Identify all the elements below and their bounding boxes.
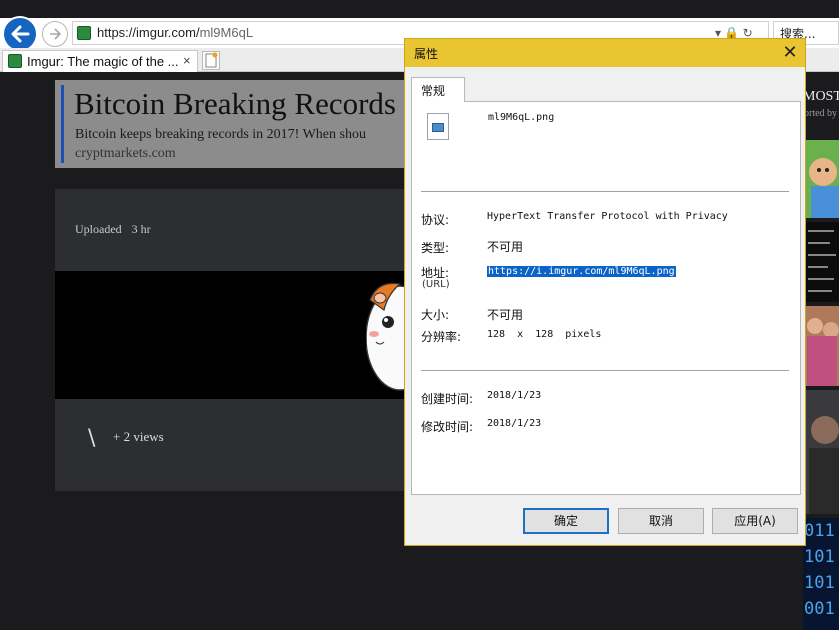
tab-close-icon[interactable]: × bbox=[183, 53, 191, 68]
close-icon[interactable]: ✕ bbox=[777, 41, 803, 65]
type-value: 不可用 bbox=[487, 240, 524, 254]
new-page-icon bbox=[205, 52, 218, 68]
binary-line: 001 bbox=[804, 599, 835, 619]
sidebar-thumbnail-binary[interactable]: 011 101 101 001 bbox=[803, 518, 839, 630]
imgur-favicon-icon bbox=[8, 54, 22, 68]
binary-line: 101 bbox=[804, 547, 835, 567]
tab-title: Imgur: The magic of the ... bbox=[27, 54, 179, 69]
forward-button[interactable] bbox=[42, 21, 68, 47]
headline-domain: cryptmarkets.com bbox=[75, 146, 176, 161]
tab-general-label: 常规 bbox=[421, 84, 446, 98]
back-button[interactable] bbox=[2, 16, 38, 52]
sidebar-thumbnail[interactable] bbox=[805, 306, 839, 386]
url-text: https://imgur.com/ml9M6qL bbox=[97, 25, 253, 40]
imgur-favicon-icon bbox=[77, 26, 91, 40]
binary-line: 101 bbox=[804, 573, 835, 593]
size-label: 大小: bbox=[421, 308, 450, 322]
image-file-icon bbox=[427, 113, 449, 140]
address-sub-label: (URL) bbox=[422, 279, 450, 290]
apply-button[interactable]: 应用(A) bbox=[712, 508, 798, 534]
headline-description: Bitcoin keeps breaking records in 2017! … bbox=[75, 127, 366, 142]
uploaded-label: Uploaded bbox=[75, 222, 122, 236]
resolution-label: 分辨率: bbox=[421, 330, 462, 344]
sidebar-thumbnail[interactable] bbox=[805, 222, 839, 302]
arrow-right-icon bbox=[50, 28, 61, 40]
sidebar-thumbnail[interactable] bbox=[805, 390, 839, 514]
separator bbox=[421, 370, 789, 371]
cancel-button[interactable]: 取消 bbox=[618, 508, 704, 534]
size-value: 不可用 bbox=[487, 308, 524, 322]
file-name: ml9M6qL.png bbox=[488, 112, 555, 123]
sidebar-thumbnail[interactable] bbox=[805, 140, 839, 218]
uploaded-age: 3 hr bbox=[131, 222, 151, 236]
view-count: + 2 views bbox=[113, 429, 164, 444]
favorite-icon[interactable]: \ bbox=[88, 426, 95, 451]
general-panel bbox=[411, 101, 801, 495]
ok-button[interactable]: 确定 bbox=[523, 508, 609, 534]
headline-accent-bar bbox=[61, 85, 64, 163]
created-label: 创建时间: bbox=[421, 392, 474, 406]
headline-title[interactable]: Bitcoin Breaking Records bbox=[74, 86, 396, 122]
tab-general[interactable]: 常规 bbox=[411, 77, 465, 102]
browser-tab[interactable]: Imgur: The magic of the ... × bbox=[2, 50, 198, 72]
sorted-by-label: orted by bbox=[804, 108, 838, 119]
binary-line: 011 bbox=[804, 521, 835, 541]
separator bbox=[421, 191, 789, 192]
url-host: https://imgur.com/ bbox=[97, 25, 200, 40]
most-viral-label[interactable]: MOST bbox=[803, 89, 839, 105]
upload-info: Uploaded 3 hr bbox=[75, 222, 151, 237]
created-value: 2018/1/23 bbox=[487, 390, 542, 401]
protocol-value: HyperText Transfer Protocol with Privacy bbox=[487, 211, 728, 222]
protocol-label: 协议: bbox=[421, 213, 450, 227]
new-tab-button[interactable] bbox=[202, 51, 220, 70]
url-path: ml9M6qL bbox=[199, 25, 254, 40]
modified-label: 修改时间: bbox=[421, 420, 474, 434]
dialog-title: 属性 bbox=[414, 47, 439, 61]
dialog-titlebar[interactable]: 属性 ✕ bbox=[405, 39, 805, 67]
resolution-value: 128 x 128 pixels bbox=[487, 329, 602, 340]
post-stats bbox=[55, 399, 415, 491]
properties-dialog: 属性 ✕ 常规 ml9M6qL.png 协议: HyperText Transf… bbox=[404, 38, 806, 546]
post-image[interactable] bbox=[55, 271, 415, 399]
modified-value: 2018/1/23 bbox=[487, 418, 542, 429]
arrow-left-icon bbox=[11, 25, 30, 43]
type-label: 类型: bbox=[421, 241, 450, 255]
address-value[interactable]: https://i.imgur.com/ml9M6qL.png bbox=[487, 266, 676, 277]
